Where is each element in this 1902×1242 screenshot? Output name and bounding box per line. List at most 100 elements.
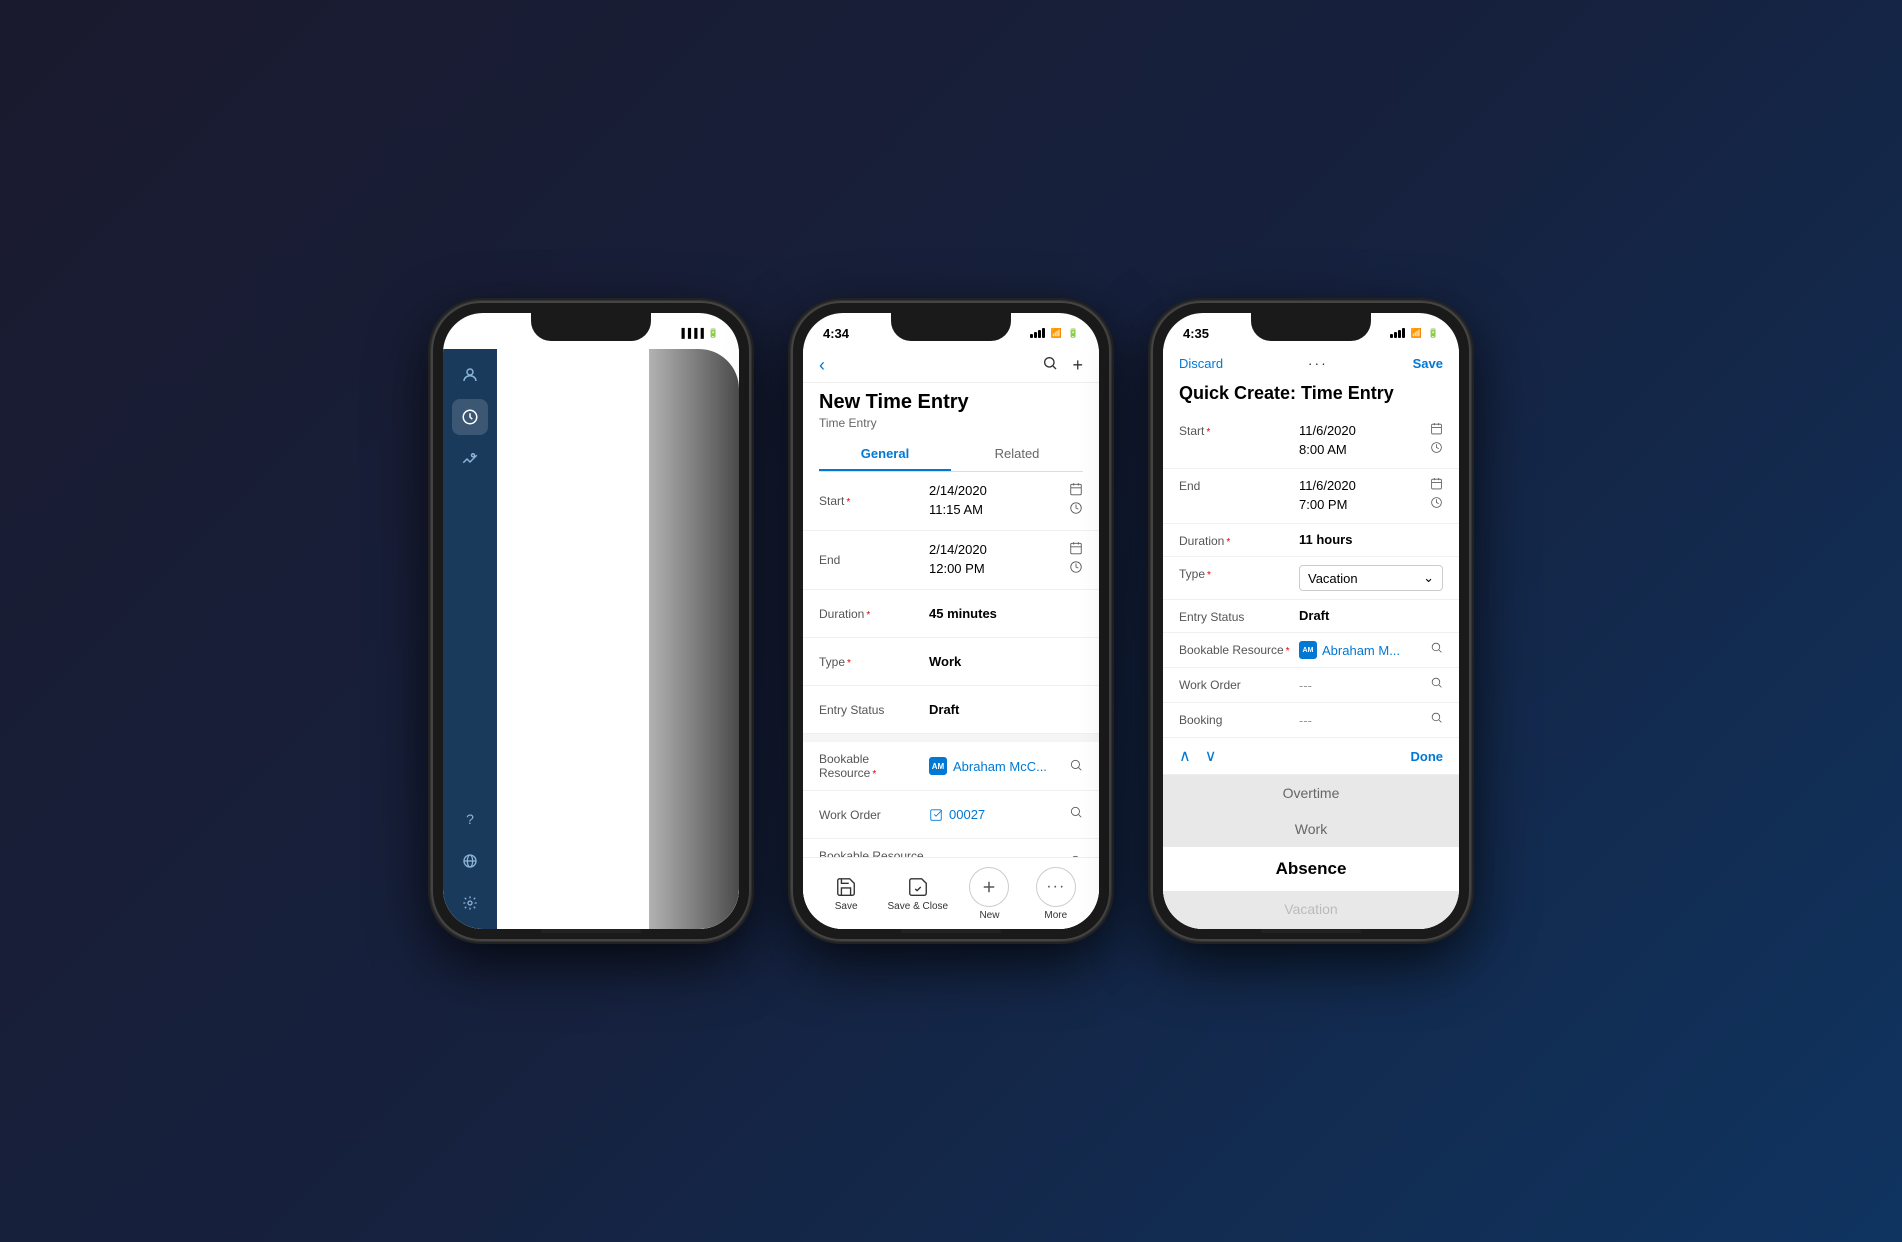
phone-3: 4:35 📶 🔋 Discard ··· Save xyxy=(1151,301,1471,941)
search-icon-2[interactable] xyxy=(1042,355,1058,376)
entry-status-value: Draft xyxy=(929,702,1083,717)
qc-start-cal-icon[interactable] xyxy=(1430,422,1443,438)
qc-duration-row: Duration* 11 hours xyxy=(1163,524,1459,557)
tab-general[interactable]: General xyxy=(819,438,951,471)
picker-overtime[interactable]: Overtime xyxy=(1163,775,1459,811)
page-subtitle-2: Time Entry xyxy=(803,416,1099,438)
nav-gear-icon[interactable] xyxy=(452,885,488,921)
qc-work-order-row: Work Order --- xyxy=(1163,668,1459,703)
picker-work[interactable]: Work xyxy=(1163,811,1459,847)
nav-question-icon[interactable]: ? xyxy=(452,801,488,837)
save-button-3[interactable]: Save xyxy=(1413,356,1443,371)
qc-booking-search-icon[interactable] xyxy=(1430,711,1443,729)
qc-duration-value: 11 hours xyxy=(1299,532,1352,547)
entry-status-row: Entry Status Draft xyxy=(803,686,1099,734)
save-button-2[interactable]: Save xyxy=(821,876,871,912)
new-button-2[interactable]: New xyxy=(964,867,1014,921)
work-order-search-icon[interactable] xyxy=(1069,805,1083,824)
work-order-value: 00027 xyxy=(949,807,985,822)
qc-entry-status-value: Draft xyxy=(1299,608,1329,623)
discard-button[interactable]: Discard xyxy=(1179,356,1223,371)
entry-status-label: Entry Status xyxy=(819,703,929,717)
picker-absence[interactable]: Absence xyxy=(1163,847,1459,891)
bookable-resource-row: Bookable Resource* AM Abraham McC... xyxy=(803,742,1099,791)
start-time-icon[interactable] xyxy=(1069,501,1083,518)
nav-clock-icon[interactable] xyxy=(452,399,488,435)
type-label: Type* xyxy=(819,655,929,669)
header-icons: + xyxy=(1042,355,1083,376)
end-time-icon[interactable] xyxy=(1069,560,1083,577)
quick-create-title: Quick Create: Time Entry xyxy=(1163,377,1459,414)
qc-end-value[interactable]: 11/6/2020 7:00 PM xyxy=(1299,477,1443,515)
status-time-2: 4:34 xyxy=(823,326,849,341)
qc-resource-search-icon[interactable] xyxy=(1430,641,1443,659)
qc-type-label: Type* xyxy=(1179,565,1299,581)
status-time-3: 4:35 xyxy=(1183,326,1209,341)
start-label: Start* xyxy=(819,494,929,508)
start-value[interactable]: 2/14/2020 11:15 AM xyxy=(929,482,1083,520)
arrow-down-button[interactable]: ∨ xyxy=(1205,746,1217,766)
home-bar-3 xyxy=(1261,929,1361,933)
end-cal-icon[interactable] xyxy=(1069,541,1083,558)
nav-chart-icon[interactable] xyxy=(452,441,488,477)
type-row: Type* Work xyxy=(803,638,1099,686)
picker-vacation[interactable]: Vacation xyxy=(1163,891,1459,927)
form-divider xyxy=(803,734,1099,742)
qc-end-row: End 11/6/2020 7:00 PM xyxy=(1163,469,1459,524)
start-cal-icon[interactable] xyxy=(1069,482,1083,499)
phone3-header: Discard ··· Save xyxy=(1163,349,1459,377)
work-order-row: Work Order 00027 xyxy=(803,791,1099,839)
end-label: End xyxy=(819,553,929,567)
qc-work-order-label: Work Order xyxy=(1179,676,1299,692)
bottom-toolbar-2: Save Save & Close New ··· More xyxy=(803,857,1099,929)
more-button-2[interactable]: ··· More xyxy=(1031,867,1081,921)
qc-bookable-resource-row: Bookable Resource* AM Abraham M... xyxy=(1163,633,1459,668)
nav-globe-icon[interactable] xyxy=(452,843,488,879)
add-icon-2[interactable]: + xyxy=(1072,355,1083,376)
qc-work-order-search-icon[interactable] xyxy=(1430,676,1443,694)
qc-end-label: End xyxy=(1179,477,1299,493)
resource-avatar: AM xyxy=(929,757,947,775)
qc-start-row: Start* 11/6/2020 8:00 AM xyxy=(1163,414,1459,469)
home-bar-2 xyxy=(901,929,1001,933)
dropdown-chevron: ⌄ xyxy=(1423,570,1434,586)
status-icons-2: 📶 🔋 xyxy=(1030,328,1079,339)
qc-end-time-icon[interactable] xyxy=(1430,496,1443,512)
bookable-resource-value[interactable]: AM Abraham McC... xyxy=(929,757,1083,775)
qc-start-value[interactable]: 11/6/2020 8:00 AM xyxy=(1299,422,1443,460)
duration-label: Duration* xyxy=(819,607,929,621)
end-value[interactable]: 2/14/2020 12:00 PM xyxy=(929,541,1083,579)
duration-value: 45 minutes xyxy=(929,606,1083,621)
phone-1: ▐▐▐▐ 🔋 xyxy=(431,301,751,941)
sidebar-nav: ? xyxy=(443,349,497,929)
qc-start-label: Start* xyxy=(1179,422,1299,438)
qc-bookable-resource-label: Bookable Resource* xyxy=(1179,641,1299,657)
nav-arrows: ∧ ∨ Done xyxy=(1163,738,1459,775)
done-button[interactable]: Done xyxy=(1411,749,1444,764)
bookable-resource-label: Bookable Resource* xyxy=(819,752,929,780)
back-button[interactable]: ‹ xyxy=(819,355,825,376)
tab-bar-2: General Related xyxy=(819,438,1083,472)
duration-row: Duration* 45 minutes xyxy=(803,590,1099,638)
qc-start-time-icon[interactable] xyxy=(1430,441,1443,457)
type-value: Work xyxy=(929,654,1083,669)
save-close-button[interactable]: Save & Close xyxy=(888,876,949,912)
qc-entry-status-label: Entry Status xyxy=(1179,608,1299,624)
resource-search-icon[interactable] xyxy=(1069,758,1083,775)
arrow-up-button[interactable]: ∧ xyxy=(1179,746,1191,766)
nav-person-icon[interactable] xyxy=(452,357,488,393)
phone2-header: ‹ + xyxy=(803,349,1099,383)
qc-type-dropdown[interactable]: Vacation ⌄ xyxy=(1299,565,1443,591)
arrow-group: ∧ ∨ xyxy=(1179,746,1216,766)
start-row: Start* 2/14/2020 11:15 A xyxy=(803,472,1099,531)
qc-booking-row: Booking --- xyxy=(1163,703,1459,738)
home-bar-1 xyxy=(541,929,641,933)
qc-duration-label: Duration* xyxy=(1179,532,1299,548)
qc-end-cal-icon[interactable] xyxy=(1430,477,1443,493)
phone-2: 4:34 📶 🔋 ‹ xyxy=(791,301,1111,941)
qc-entry-status-row: Entry Status Draft xyxy=(1163,600,1459,633)
qc-resource-avatar: AM xyxy=(1299,641,1317,659)
tab-related[interactable]: Related xyxy=(951,438,1083,471)
more-dots-button[interactable]: ··· xyxy=(1308,355,1328,371)
qc-booking-label: Booking xyxy=(1179,711,1299,727)
